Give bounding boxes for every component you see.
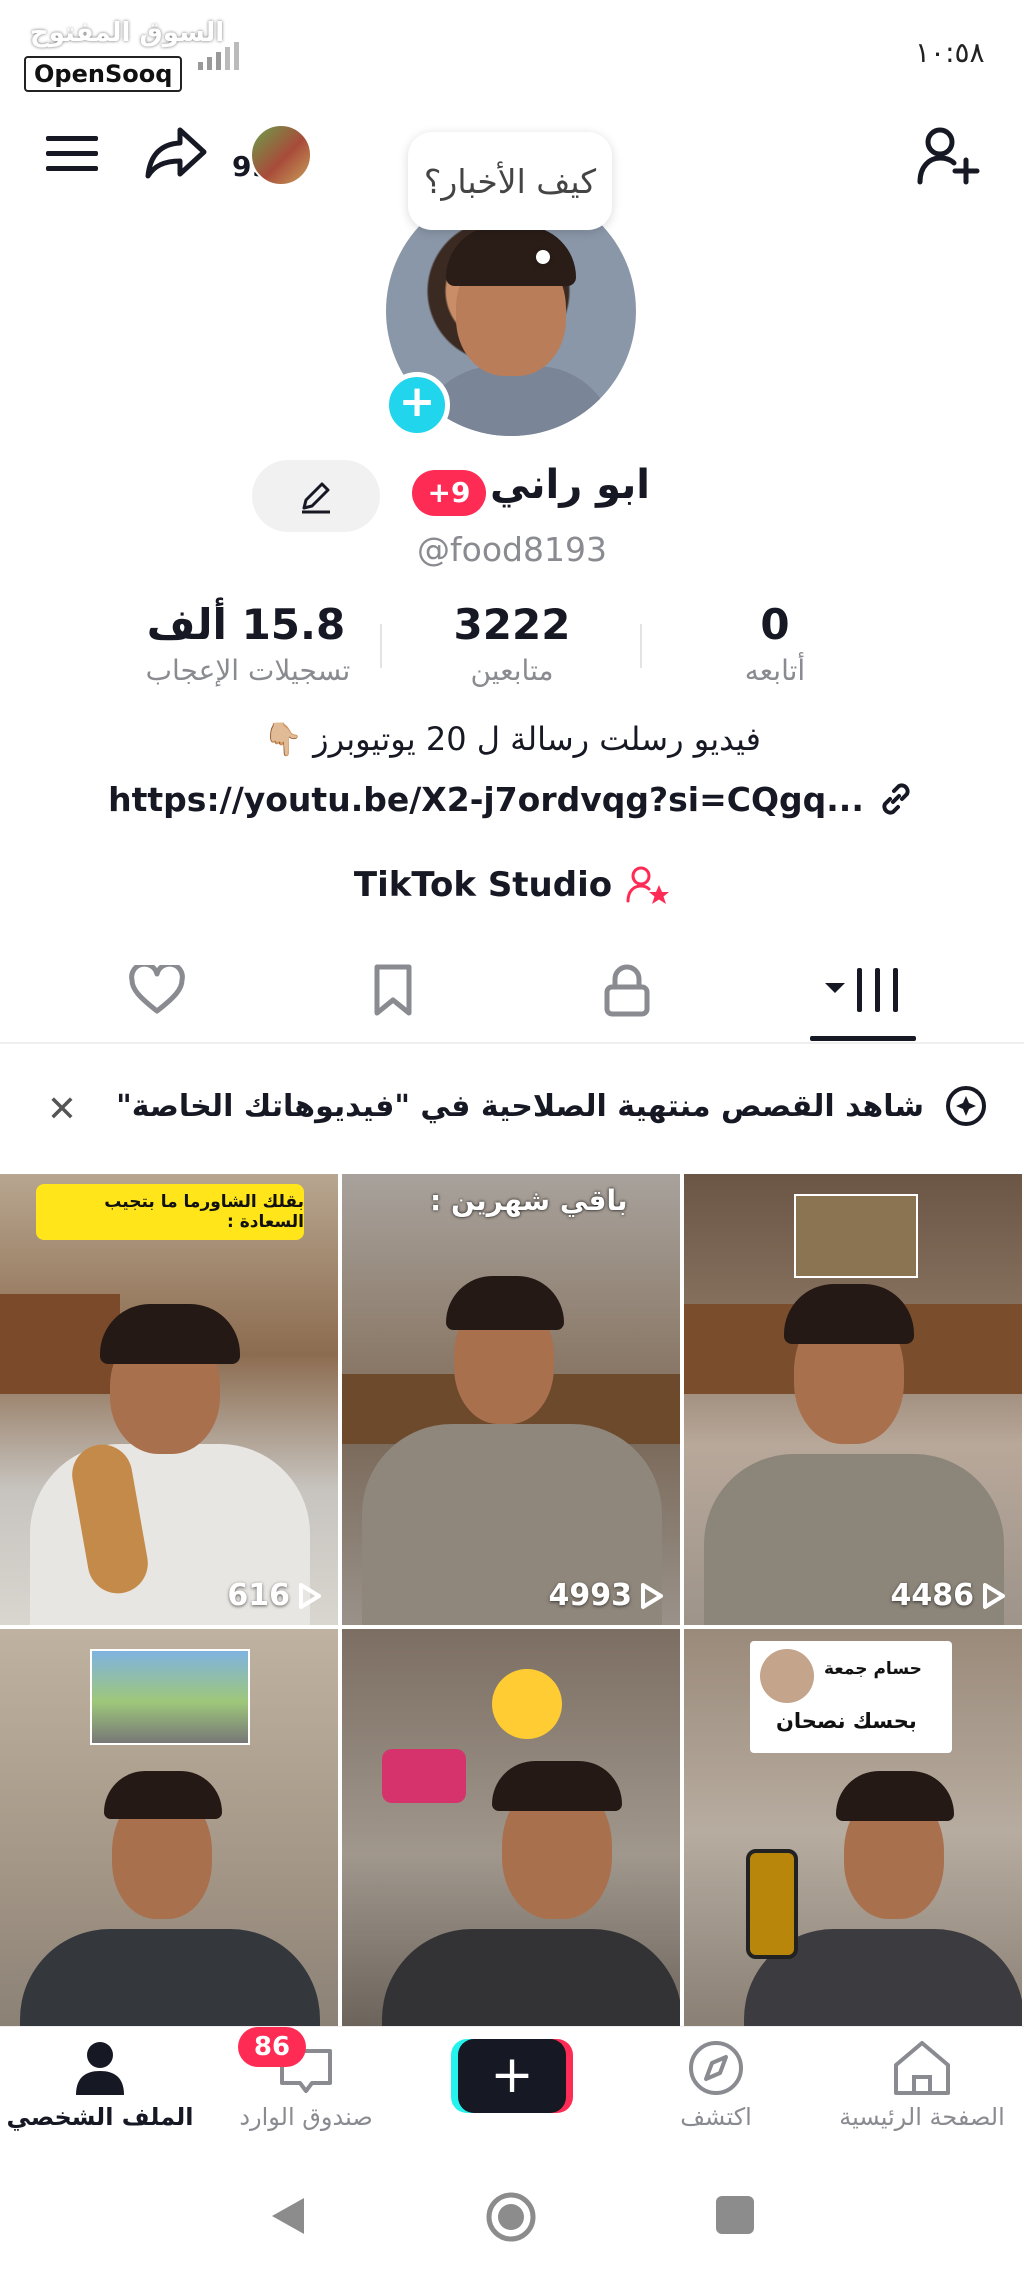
profile-icon (76, 2042, 124, 2095)
tabs-divider (0, 1042, 1024, 1044)
sticker-name: حسام جمعة (824, 1659, 922, 1679)
stat-divider (380, 624, 382, 668)
likes-label: تسجيلات الإعجاب (145, 654, 351, 687)
hamburger-icon (46, 136, 98, 171)
video-caption: بحسك نصحان (776, 1709, 917, 1733)
nav-discover-label: اكتشف (680, 2103, 752, 2131)
back-icon[interactable] (268, 2194, 308, 2238)
share-arrow-icon (145, 127, 207, 179)
tab-liked[interactable] (112, 960, 202, 1020)
edit-profile-button[interactable] (252, 460, 380, 532)
view-count: 4486 (891, 1578, 1007, 1613)
view-count: 616 (227, 1578, 322, 1613)
profile-name: ابو راني (490, 462, 650, 508)
grid-dropdown-icon (825, 968, 898, 1012)
active-tab-indicator (810, 1036, 916, 1041)
view-count: 4993 (549, 1578, 665, 1613)
video-thumbnail[interactable]: حسام جمعة بحسك نصحان (684, 1629, 1022, 2080)
bio-text: فيديو رسلت رسالة ل 20 يوتيوبرز 👇🏼 (263, 720, 761, 758)
link-icon (882, 783, 910, 815)
add-story-button[interactable]: + (384, 372, 450, 438)
menu-button[interactable] (44, 130, 100, 178)
recent-apps-icon[interactable] (716, 2196, 754, 2234)
tab-favorites[interactable] (348, 960, 438, 1020)
stat-divider (640, 624, 642, 668)
following-label: أتابعه (744, 654, 806, 687)
video-thumbnail[interactable]: بقلك الشاورما ما بتجيب السعادة : 616 (0, 1174, 338, 1625)
nav-discover[interactable]: اكتشف (616, 2039, 816, 2159)
bubble-tail (536, 250, 550, 264)
following-count[interactable]: 0 (700, 600, 850, 649)
play-icon (641, 1582, 663, 1609)
likes-count[interactable]: 15.8 ألف (136, 600, 356, 649)
friends-avatar[interactable] (250, 124, 312, 186)
video-thumbnail[interactable] (342, 1629, 680, 2080)
expired-stories-banner[interactable]: شاهد القصص منتهية الصلاحية في "فيديوهاتك… (0, 1062, 1024, 1150)
nav-profile-label: الملف الشخصي (6, 2103, 194, 2131)
username: @food8193 (417, 530, 607, 569)
create-button[interactable]: + (458, 2039, 566, 2113)
add-friend-button[interactable] (912, 124, 984, 188)
story-plus-icon (946, 1086, 986, 1126)
pencil-icon (302, 482, 330, 514)
bookmark-icon (374, 964, 412, 1016)
nav-inbox[interactable]: صندوق الوارد (206, 2039, 406, 2159)
signal-icon (198, 42, 239, 70)
status-time: ١٠:٥٨ (915, 36, 985, 69)
bio-link-text[interactable]: https://youtu.be/X2-j7ordvqg?si=CQgq... (108, 780, 864, 819)
nav-home-label: الصفحة الرئيسية (839, 2103, 1005, 2131)
plus-icon: + (490, 2045, 534, 2105)
video-grid: 4486 باقي شهرين : 4993 بقلك الشاورما ما … (0, 1174, 1024, 2080)
compass-icon (689, 2041, 743, 2095)
tab-videos[interactable] (818, 960, 908, 1020)
video-caption: بقلك الشاورما ما بتجيب السعادة : (36, 1184, 304, 1240)
studio-label: TikTok Studio (353, 865, 613, 905)
nav-inbox-label: صندوق الوارد (239, 2103, 373, 2131)
home-icon (894, 2041, 950, 2095)
video-thumbnail[interactable]: 4486 (684, 1174, 1022, 1625)
followers-label: متابعين (470, 654, 554, 687)
watermark-logo: OpenSooq (24, 56, 183, 92)
name-badge[interactable]: +9 (412, 470, 486, 516)
status-bubble[interactable]: كيف الأخبار؟ (408, 132, 612, 230)
tiktok-studio-link[interactable]: TikTok Studio (300, 860, 724, 910)
video-thumbnail[interactable]: باقي شهرين : 4993 (342, 1174, 680, 1625)
play-icon (983, 1582, 1005, 1609)
close-banner-button[interactable]: ✕ (38, 1086, 86, 1134)
home-circle-icon[interactable] (484, 2190, 538, 2244)
tab-private[interactable] (582, 960, 672, 1020)
followers-count[interactable]: 3222 (430, 600, 594, 649)
nav-home[interactable]: الصفحة الرئيسية (822, 2039, 1022, 2159)
play-icon (299, 1582, 321, 1609)
banner-text: شاهد القصص منتهية الصلاحية في "فيديوهاتك… (116, 1088, 924, 1124)
inbox-badge: 86 (238, 2027, 306, 2067)
video-thumbnail[interactable] (0, 1629, 338, 2080)
creator-star-icon (626, 866, 670, 904)
bottom-nav: الصفحة الرئيسية اكتشف + صندوق الوارد 86 … (0, 2026, 1024, 2158)
nav-profile[interactable]: الملف الشخصي (0, 2039, 200, 2159)
video-caption: باقي شهرين : (430, 1184, 628, 1217)
add-person-icon (917, 127, 980, 185)
heart-icon (129, 965, 185, 1014)
share-profile-button[interactable] (142, 122, 210, 184)
bio-link[interactable]: https://youtu.be/X2-j7ordvqg?si=CQgq... (100, 776, 924, 822)
lock-icon (604, 964, 650, 1017)
